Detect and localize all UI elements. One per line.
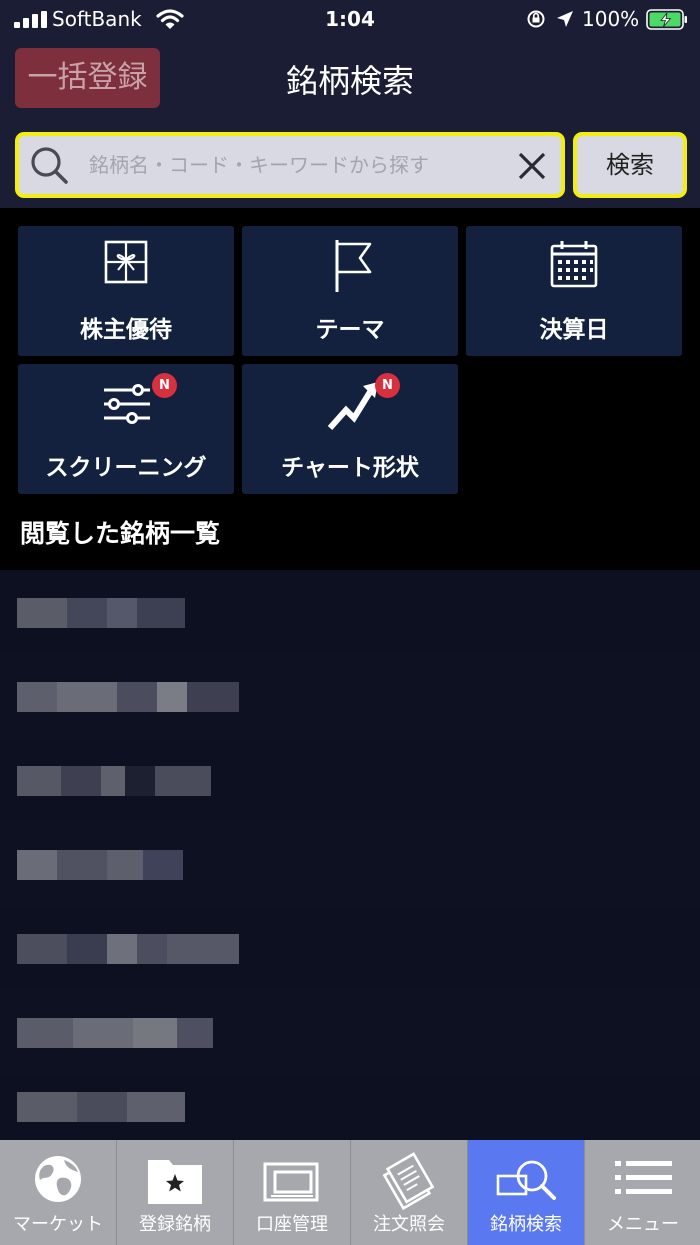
tile-label: テーマ: [315, 317, 385, 343]
history-row[interactable]: [0, 738, 700, 822]
tab-label: マーケット: [13, 1214, 103, 1235]
redacted-stock-name: [17, 1018, 213, 1048]
star-folder-icon: [148, 1160, 202, 1204]
search-bar: 検索: [0, 120, 700, 208]
redacted-stock-name: [17, 766, 211, 796]
tile-shareholder-benefits[interactable]: 株主優待: [18, 226, 234, 356]
tab-label: 口座管理: [256, 1214, 328, 1235]
search-icon: [31, 147, 68, 184]
status-bar: SoftBank 1:04 100%: [0, 0, 700, 40]
history-row[interactable]: [0, 654, 700, 738]
tile-screening[interactable]: N スクリーニング: [18, 364, 234, 494]
tab-label: 銘柄検索: [490, 1214, 562, 1235]
menu-icon: [615, 1161, 672, 1194]
tab-label: 登録銘柄: [139, 1214, 211, 1235]
tab-menu[interactable]: メニュー: [585, 1140, 700, 1245]
tab-bar: マーケット 登録銘柄 口座管理 注文照会 銘柄検索 メニュー: [0, 1140, 700, 1245]
search-card-icon: [496, 1160, 556, 1200]
history-row[interactable]: [0, 1074, 700, 1140]
redacted-stock-name: [17, 850, 183, 880]
redacted-stock-name: [17, 1092, 185, 1122]
history-row[interactable]: [0, 822, 700, 906]
tab-account[interactable]: 口座管理: [234, 1140, 350, 1245]
search-field[interactable]: [15, 132, 565, 198]
history-row[interactable]: [0, 906, 700, 990]
tab-market[interactable]: マーケット: [0, 1140, 116, 1245]
tab-label: 注文照会: [373, 1214, 445, 1235]
tile-earnings-date[interactable]: 決算日: [466, 226, 682, 356]
tab-label: メニュー: [607, 1214, 679, 1235]
globe-icon: [35, 1156, 81, 1202]
history-row[interactable]: [0, 570, 700, 654]
calendar-icon: [550, 241, 598, 288]
tile-chart-pattern[interactable]: N チャート形状: [242, 364, 458, 494]
redacted-stock-name: [17, 934, 239, 964]
chart-trend-icon: [327, 382, 378, 430]
redacted-stock-name: [17, 682, 239, 712]
tab-stock-search[interactable]: 銘柄検索: [468, 1140, 584, 1245]
tile-theme[interactable]: テーマ: [242, 226, 458, 356]
tile-label: 決算日: [539, 317, 609, 343]
sliders-icon: [104, 384, 150, 424]
battery-percent: 100%: [582, 7, 640, 31]
battery-charging-icon: [646, 9, 687, 30]
documents-icon: [382, 1152, 435, 1211]
account-icon: [263, 1162, 319, 1202]
gift-icon: [104, 240, 148, 284]
flag-icon: [335, 240, 372, 292]
tile-label: 株主優待: [80, 317, 172, 343]
tile-label: スクリーニング: [45, 455, 207, 481]
page-title: 銘柄検索: [285, 62, 414, 100]
search-button[interactable]: 検索: [573, 132, 687, 198]
search-input[interactable]: [89, 150, 499, 180]
tab-orders[interactable]: 注文照会: [351, 1140, 467, 1245]
clear-icon[interactable]: [513, 147, 551, 185]
tab-watchlist[interactable]: 登録銘柄: [117, 1140, 233, 1245]
history-section-title: 閲覧した銘柄一覧: [20, 519, 221, 548]
tile-label: チャート形状: [281, 455, 419, 481]
location-arrow-icon: [557, 11, 573, 27]
history-row[interactable]: [0, 990, 700, 1074]
new-badge: N: [375, 373, 400, 398]
redacted-stock-name: [17, 598, 185, 628]
rotation-lock-icon: [527, 10, 545, 28]
new-badge: N: [152, 373, 177, 398]
app-header: 一括登録 銘柄検索: [0, 40, 700, 120]
